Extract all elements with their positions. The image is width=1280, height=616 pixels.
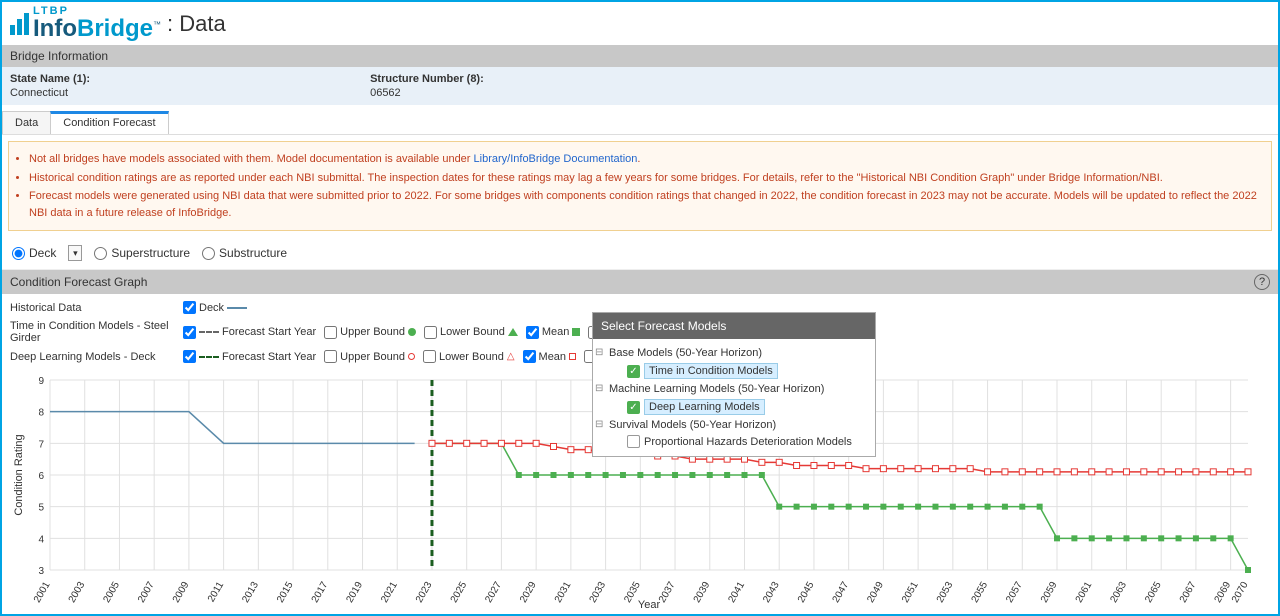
- legend-ticm-lb[interactable]: Lower Bound: [424, 326, 518, 339]
- legend-ticm-label: Time in Condition Models - Steel Girder: [10, 320, 175, 344]
- svg-text:2065: 2065: [1143, 580, 1164, 605]
- tree-base-models[interactable]: Base Models (50-Year Horizon): [599, 345, 869, 361]
- check-icon: ✓: [627, 401, 640, 414]
- svg-text:5: 5: [38, 503, 44, 514]
- svg-text:2057: 2057: [1004, 580, 1025, 605]
- legend-ticm-mean[interactable]: Mean: [526, 326, 581, 339]
- tree-survival-models[interactable]: Survival Models (50-Year Horizon): [599, 417, 869, 433]
- legend-ticm-ub[interactable]: Upper Bound: [324, 326, 416, 339]
- svg-text:2001: 2001: [32, 580, 53, 605]
- svg-text:6: 6: [38, 471, 44, 482]
- svg-text:2045: 2045: [796, 580, 817, 605]
- notice-item: Forecast models were generated using NBI…: [29, 187, 1263, 222]
- tab-data[interactable]: Data: [2, 111, 51, 134]
- page-title: : Data: [167, 11, 226, 37]
- svg-text:2055: 2055: [970, 580, 991, 605]
- svg-text:2009: 2009: [171, 580, 192, 605]
- svg-text:Year: Year: [638, 599, 661, 610]
- svg-text:2033: 2033: [588, 580, 609, 605]
- logo-bars-icon: [10, 13, 29, 35]
- tree-dlm[interactable]: ✓Deep Learning Models: [599, 397, 869, 417]
- svg-text:2025: 2025: [449, 580, 470, 605]
- tree-ticm[interactable]: ✓Time in Condition Models: [599, 361, 869, 381]
- notice-item: Historical condition ratings are as repo…: [29, 169, 1263, 188]
- svg-text:2070: 2070: [1230, 580, 1251, 605]
- svg-text:2039: 2039: [692, 580, 713, 605]
- logo: LTBP InfoBridge™: [10, 6, 161, 41]
- svg-text:3: 3: [38, 566, 44, 577]
- svg-text:2019: 2019: [344, 580, 365, 605]
- tab-condition-forecast[interactable]: Condition Forecast: [50, 111, 168, 134]
- svg-text:2049: 2049: [865, 580, 886, 605]
- tab-bar: Data Condition Forecast: [2, 111, 1278, 135]
- structure-value: 06562: [370, 87, 484, 99]
- legend-dlm-fsy[interactable]: Forecast Start Year: [183, 350, 316, 363]
- notice-box: Not all bridges have models associated w…: [8, 141, 1272, 231]
- legend-dlm-lb[interactable]: Lower Bound △: [423, 350, 515, 363]
- legend-dlm-ub[interactable]: Upper Bound: [324, 350, 415, 363]
- forecast-panel-title: Select Forecast Models: [593, 313, 875, 339]
- svg-text:2013: 2013: [240, 580, 261, 605]
- radio-deck[interactable]: Deck: [12, 246, 56, 260]
- component-selector: Deck ▾ Superstructure Substructure: [2, 237, 1278, 270]
- graph-header-bar: Condition Forecast Graph ?: [2, 270, 1278, 294]
- radio-superstructure[interactable]: Superstructure: [94, 246, 190, 260]
- svg-text:2059: 2059: [1039, 580, 1060, 605]
- svg-text:9: 9: [38, 376, 44, 387]
- legend-dlm-mean[interactable]: Mean: [523, 350, 577, 363]
- svg-text:2023: 2023: [414, 580, 435, 605]
- legend-dlm-label: Deep Learning Models - Deck: [10, 351, 175, 363]
- section-title-bar: Bridge Information: [2, 45, 1278, 67]
- chart-container: Select Forecast Models Base Models (50-Y…: [10, 370, 1270, 610]
- legend-historical-label: Historical Data: [10, 302, 175, 314]
- doc-link[interactable]: Library/InfoBridge Documentation: [474, 153, 638, 165]
- app-header: LTBP InfoBridge™ : Data: [2, 2, 1278, 45]
- svg-text:2017: 2017: [310, 580, 331, 605]
- svg-text:4: 4: [38, 534, 44, 545]
- svg-text:2007: 2007: [136, 580, 157, 605]
- svg-text:Condition Rating: Condition Rating: [13, 434, 25, 515]
- help-icon[interactable]: ?: [1254, 274, 1270, 290]
- check-icon: ✓: [627, 365, 640, 378]
- svg-text:2003: 2003: [67, 580, 88, 605]
- svg-text:2021: 2021: [379, 580, 400, 605]
- svg-text:2011: 2011: [206, 580, 226, 605]
- svg-text:2061: 2061: [1074, 580, 1095, 605]
- state-value: Connecticut: [10, 87, 90, 99]
- tree-phdm[interactable]: Proportional Hazards Deterioration Model…: [599, 433, 869, 450]
- legend-deck-toggle[interactable]: Deck: [183, 301, 247, 314]
- svg-text:2005: 2005: [101, 580, 122, 605]
- svg-text:2043: 2043: [761, 580, 782, 605]
- tree-ml-models[interactable]: Machine Learning Models (50-Year Horizon…: [599, 381, 869, 397]
- svg-text:2051: 2051: [900, 580, 921, 605]
- svg-text:8: 8: [38, 408, 44, 419]
- radio-substructure[interactable]: Substructure: [202, 246, 287, 260]
- svg-text:7: 7: [38, 439, 44, 450]
- notice-item: Not all bridges have models associated w…: [29, 150, 1263, 169]
- deck-dropdown-caret[interactable]: ▾: [68, 245, 82, 261]
- forecast-model-panel: Select Forecast Models Base Models (50-Y…: [592, 312, 876, 457]
- legend-ticm-fsy[interactable]: Forecast Start Year: [183, 326, 316, 339]
- svg-text:2047: 2047: [831, 580, 852, 605]
- svg-text:2069: 2069: [1213, 580, 1234, 605]
- svg-text:2067: 2067: [1178, 580, 1199, 605]
- bridge-info-panel: State Name (1): Connecticut Structure Nu…: [2, 67, 1278, 105]
- logo-main-text: InfoBridge™: [33, 17, 161, 41]
- svg-text:2041: 2041: [726, 580, 747, 605]
- structure-label: Structure Number (8):: [370, 73, 484, 85]
- svg-text:2031: 2031: [553, 580, 574, 605]
- svg-text:2029: 2029: [518, 580, 539, 605]
- svg-text:2027: 2027: [483, 580, 504, 605]
- svg-text:2063: 2063: [1108, 580, 1129, 605]
- check-icon-empty: [627, 435, 640, 448]
- svg-text:2053: 2053: [935, 580, 956, 605]
- state-label: State Name (1):: [10, 73, 90, 85]
- svg-text:2015: 2015: [275, 580, 296, 605]
- graph-title: Condition Forecast Graph: [10, 275, 147, 289]
